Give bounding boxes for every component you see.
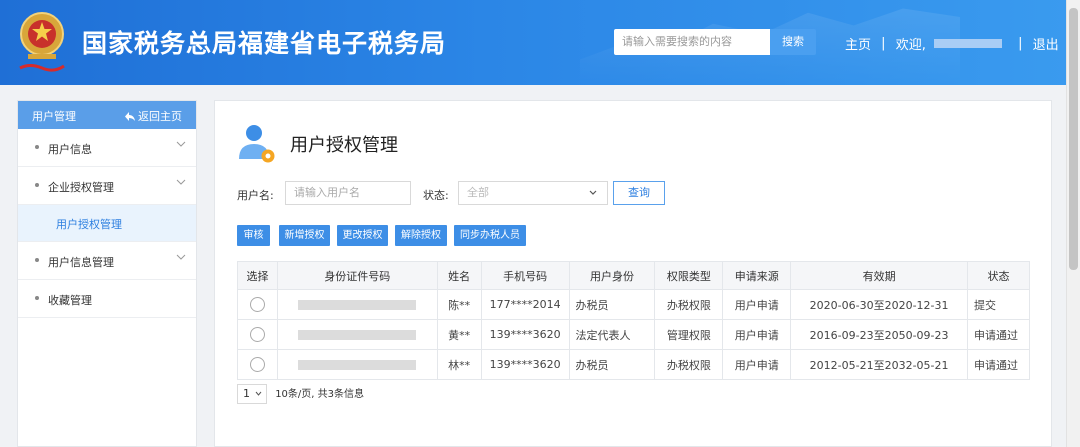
cell-permission: 管理权限 bbox=[654, 319, 724, 350]
status-select-value: 全部 bbox=[467, 186, 489, 199]
chevron-down-icon bbox=[176, 141, 186, 147]
cell-name: 林** bbox=[436, 349, 482, 380]
username-input[interactable]: 请输入用户名 bbox=[285, 181, 411, 205]
table-row[interactable]: 陈** 177****2014 办税员 办税权限 用户申请 2020-06-30… bbox=[237, 289, 1031, 320]
cell-validity: 2012-05-21至2032-05-21 bbox=[790, 349, 968, 380]
sidebar-header: 用户管理 返回主页 bbox=[18, 101, 196, 129]
row-select-radio[interactable] bbox=[249, 297, 265, 312]
main-panel: 用户授权管理 用户名: 请输入用户名 状态: 全部 查询 审核 新增授权 更改授… bbox=[214, 100, 1052, 447]
top-links: 主页 | 欢迎, | 退出 bbox=[845, 34, 1059, 53]
tax-emblem-icon bbox=[19, 12, 65, 72]
table-row[interactable]: 黄** 139****3620 法定代表人 管理权限 用户申请 2016-09-… bbox=[237, 319, 1031, 350]
cell-identity: 法定代表人 bbox=[568, 319, 656, 350]
cell-phone: 177****2014 bbox=[480, 289, 570, 320]
cell-validity: 2020-06-30至2020-12-31 bbox=[790, 289, 968, 320]
audit-button[interactable]: 审核 bbox=[237, 225, 270, 246]
page-title: 用户授权管理 bbox=[290, 135, 398, 156]
welcome-text: 欢迎, bbox=[895, 38, 926, 53]
username-label: 用户名: bbox=[237, 189, 274, 202]
sidebar-item-user-info-mgmt[interactable]: 用户信息管理 bbox=[18, 242, 196, 280]
column-header: 申请来源 bbox=[722, 261, 792, 290]
column-header: 手机号码 bbox=[480, 261, 570, 290]
logout-link[interactable]: 退出 bbox=[1033, 38, 1059, 53]
bullet-icon bbox=[35, 145, 39, 149]
search-input[interactable]: 请输入需要搜索的内容 bbox=[614, 29, 770, 55]
divider: | bbox=[881, 36, 886, 51]
sidebar-item-enterprise-auth[interactable]: 企业授权管理 bbox=[18, 167, 196, 205]
site-title: 国家税务总局福建省电子税务局 bbox=[82, 29, 447, 58]
table-row[interactable]: 林** 139****3620 办税员 办税权限 用户申请 2012-05-21… bbox=[237, 349, 1031, 380]
row-select-radio[interactable] bbox=[249, 357, 265, 372]
chevron-down-icon bbox=[176, 254, 186, 260]
top-header: 国家税务总局福建省电子税务局 请输入需要搜索的内容 搜索 主页 | 欢迎, | … bbox=[0, 0, 1080, 85]
row-select-radio[interactable] bbox=[249, 327, 265, 342]
status-label: 状态: bbox=[423, 189, 449, 202]
id-number-masked bbox=[298, 330, 417, 340]
chevron-down-icon bbox=[176, 179, 186, 185]
sidebar-item-label: 用户信息 bbox=[48, 143, 92, 156]
sidebar-title: 用户管理 bbox=[32, 110, 76, 123]
cell-source: 用户申请 bbox=[722, 319, 792, 350]
sidebar-item-favorites[interactable]: 收藏管理 bbox=[18, 280, 196, 318]
scrollbar-thumb[interactable] bbox=[1069, 8, 1078, 270]
change-auth-button[interactable]: 更改授权 bbox=[337, 225, 388, 246]
back-home-label: 返回主页 bbox=[138, 110, 182, 123]
cell-status: 提交 bbox=[966, 289, 1031, 320]
sidebar-item-label: 用户授权管理 bbox=[56, 218, 122, 231]
column-header: 状态 bbox=[966, 261, 1031, 290]
page-number: 1 bbox=[243, 387, 250, 400]
bullet-icon bbox=[35, 183, 39, 187]
divider: | bbox=[1018, 36, 1023, 51]
sidebar-item-label: 企业授权管理 bbox=[48, 181, 114, 194]
bullet-icon bbox=[35, 296, 39, 300]
column-header: 用户身份 bbox=[568, 261, 656, 290]
status-select[interactable]: 全部 bbox=[458, 181, 608, 205]
column-header: 姓名 bbox=[436, 261, 482, 290]
id-number-masked bbox=[298, 300, 417, 310]
id-number-masked bbox=[298, 360, 417, 370]
cell-permission: 办税权限 bbox=[654, 349, 724, 380]
cell-status: 申请通过 bbox=[966, 349, 1031, 380]
cell-name: 陈** bbox=[436, 289, 482, 320]
column-header: 有效期 bbox=[790, 261, 968, 290]
cell-name: 黄** bbox=[436, 319, 482, 350]
sidebar-item-user-info[interactable]: 用户信息 bbox=[18, 129, 196, 167]
chevron-down-icon bbox=[589, 190, 597, 195]
cell-phone: 139****3620 bbox=[480, 349, 570, 380]
user-gear-icon bbox=[239, 125, 275, 163]
back-arrow-icon bbox=[125, 112, 135, 121]
pagination: 1 10条/页, 共3条信息 bbox=[237, 384, 364, 404]
sidebar-item-label: 收藏管理 bbox=[48, 294, 92, 307]
search-button[interactable]: 搜索 bbox=[770, 29, 816, 55]
back-home-link[interactable]: 返回主页 bbox=[125, 108, 182, 124]
column-header: 权限类型 bbox=[654, 261, 724, 290]
username-masked bbox=[933, 39, 1002, 48]
cell-validity: 2016-09-23至2050-09-23 bbox=[790, 319, 968, 350]
cell-identity: 办税员 bbox=[568, 349, 656, 380]
sidebar-item-label: 用户信息管理 bbox=[48, 256, 114, 269]
sidebar: 用户管理 返回主页 用户信息 企业授权管理 用户授权管理 用户信息管理 收藏管理 bbox=[17, 100, 197, 447]
pager-info: 10条/页, 共3条信息 bbox=[275, 389, 365, 400]
chevron-down-icon bbox=[255, 391, 262, 396]
bullet-icon bbox=[35, 258, 39, 262]
vertical-scrollbar[interactable] bbox=[1066, 0, 1080, 447]
cell-phone: 139****3620 bbox=[480, 319, 570, 350]
auth-table: 选择 身份证件号码 姓名 手机号码 用户身份 权限类型 申请来源 有效期 状态 … bbox=[237, 261, 1031, 380]
revoke-auth-button[interactable]: 解除授权 bbox=[395, 225, 447, 246]
sidebar-subitem-user-auth[interactable]: 用户授权管理 bbox=[18, 205, 196, 242]
column-header: 选择 bbox=[237, 261, 278, 290]
sync-staff-button[interactable]: 同步办税人员 bbox=[454, 225, 526, 246]
add-auth-button[interactable]: 新增授权 bbox=[279, 225, 330, 246]
cell-status: 申请通过 bbox=[966, 319, 1031, 350]
home-link[interactable]: 主页 bbox=[845, 38, 871, 53]
cell-source: 用户申请 bbox=[722, 349, 792, 380]
table-header-row: 选择 身份证件号码 姓名 手机号码 用户身份 权限类型 申请来源 有效期 状态 bbox=[237, 261, 1031, 290]
page-size-select[interactable]: 1 bbox=[237, 384, 267, 404]
cell-permission: 办税权限 bbox=[654, 289, 724, 320]
cell-source: 用户申请 bbox=[722, 289, 792, 320]
column-header: 身份证件号码 bbox=[276, 261, 438, 290]
query-button[interactable]: 查询 bbox=[613, 181, 665, 205]
cell-identity: 办税员 bbox=[568, 289, 656, 320]
